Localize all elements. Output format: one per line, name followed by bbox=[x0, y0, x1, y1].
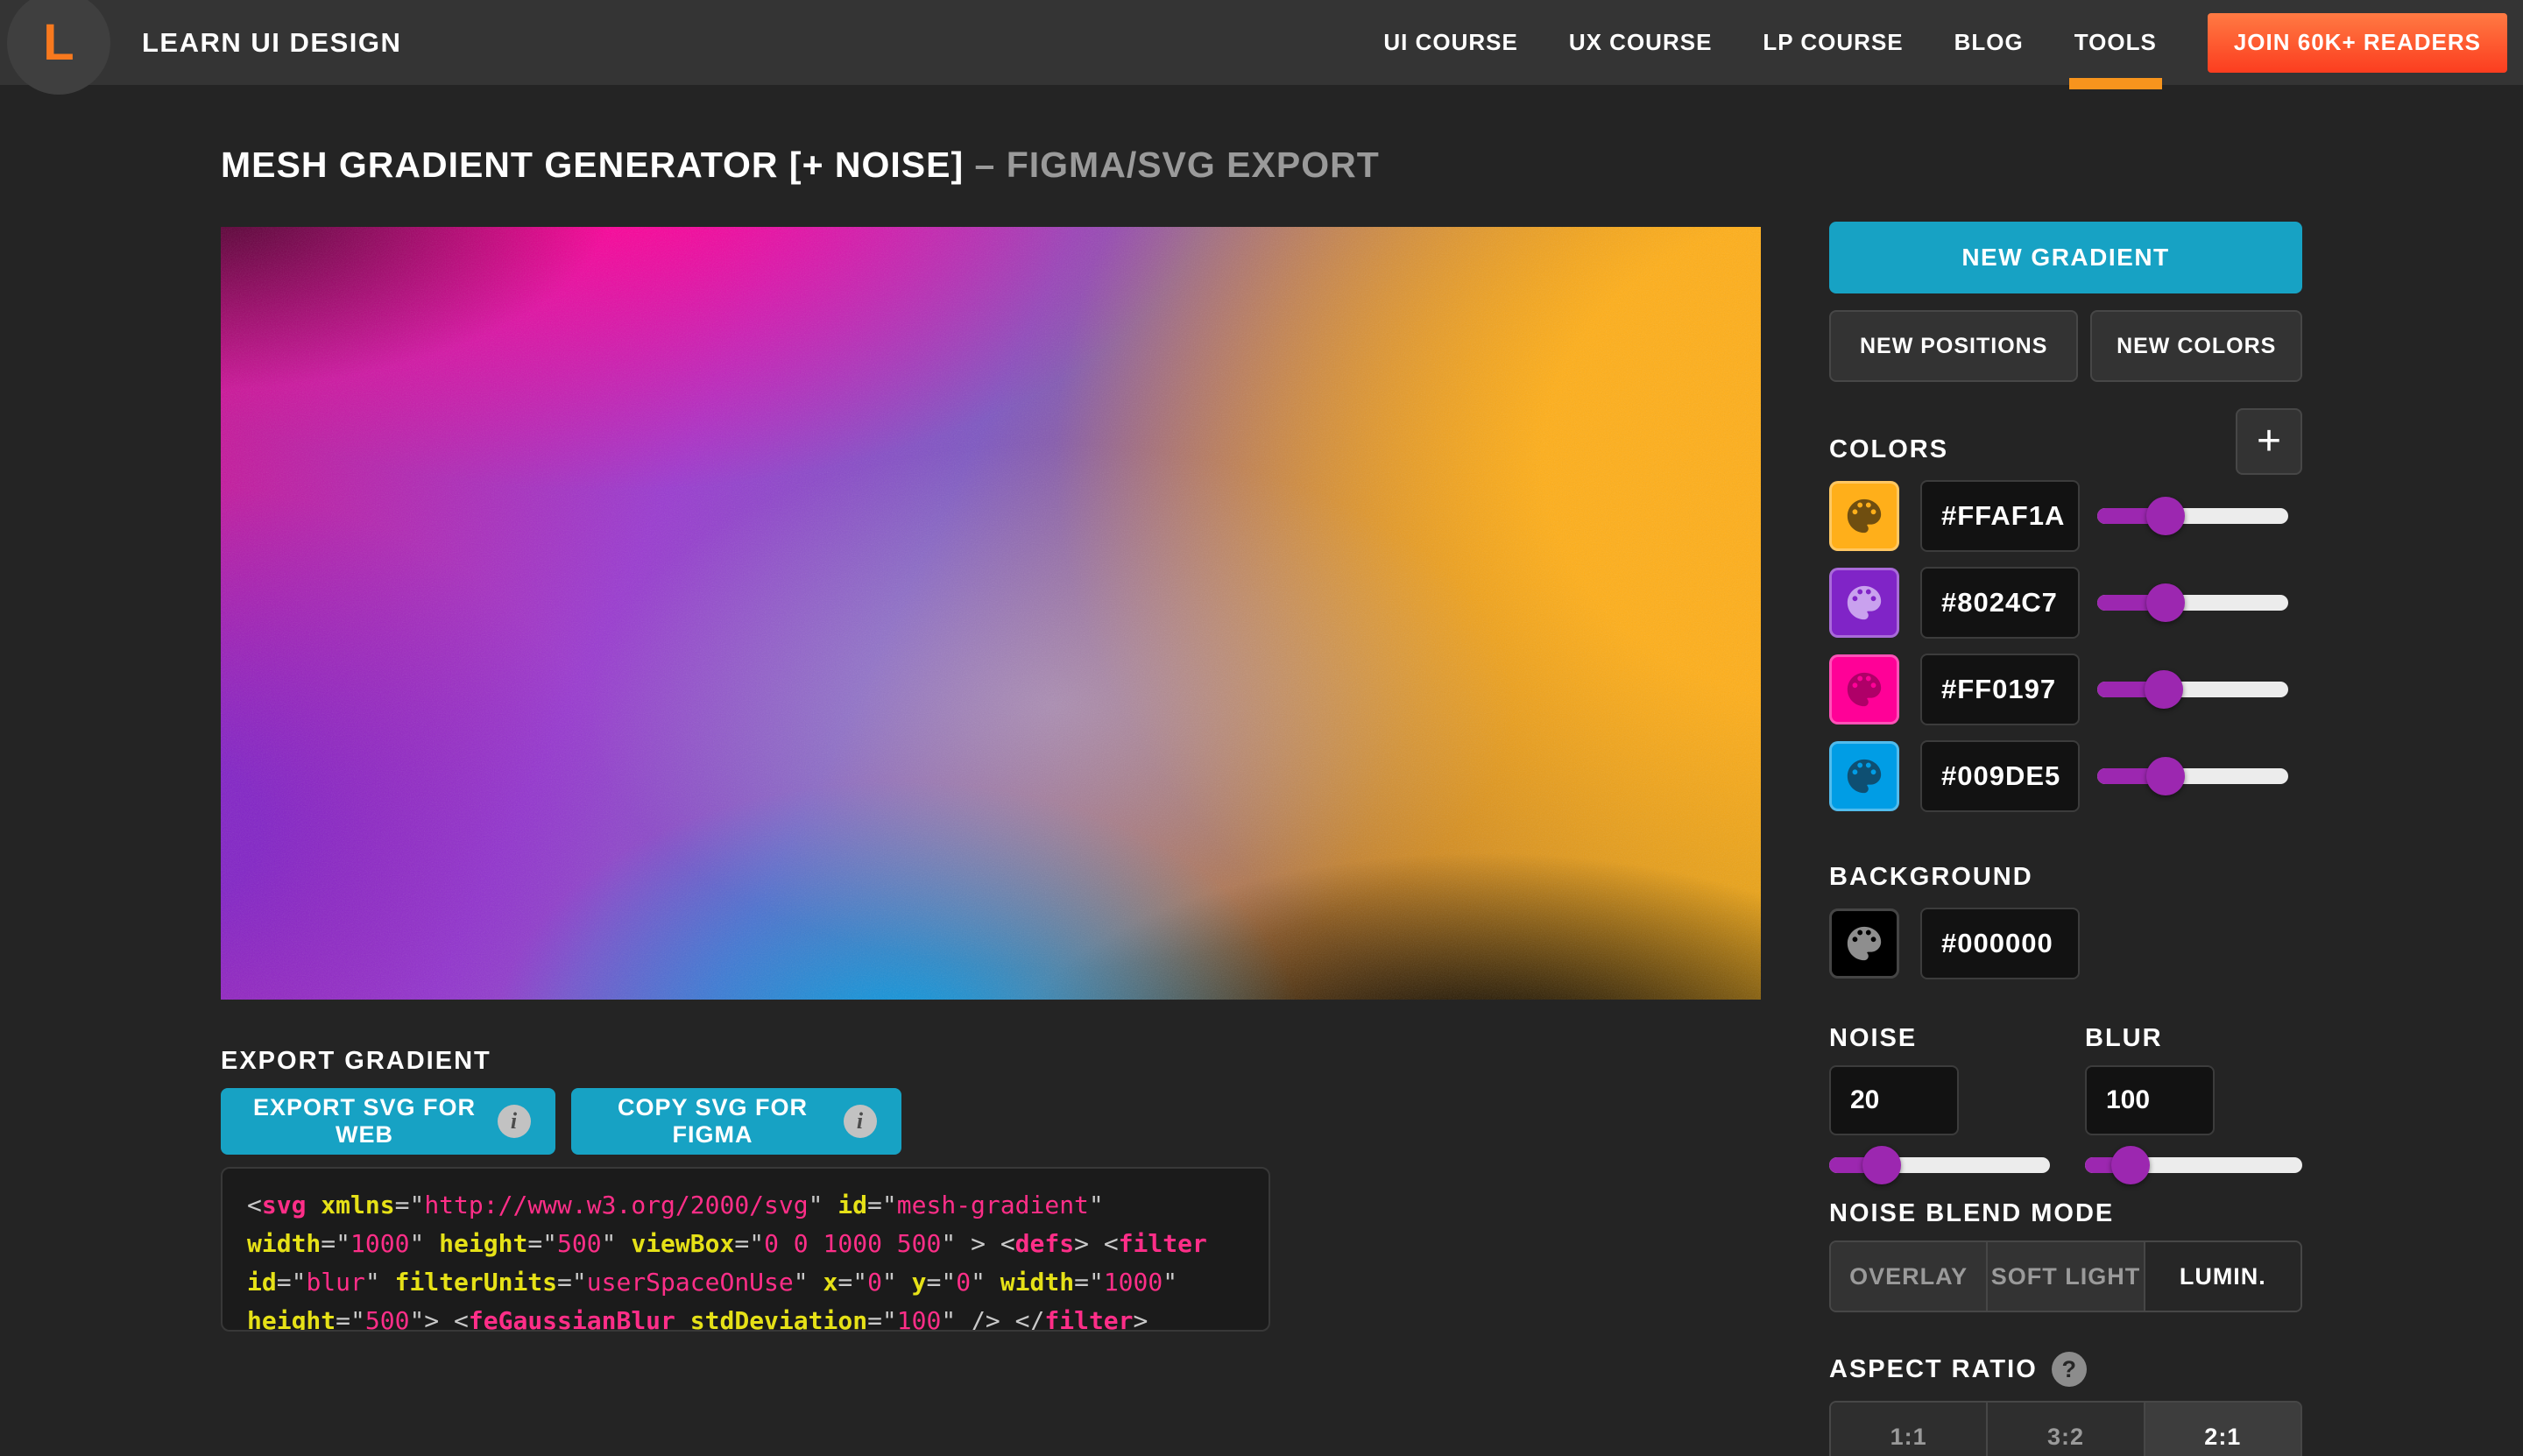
gradient-preview-canvas bbox=[221, 227, 1761, 1000]
slider-thumb[interactable] bbox=[2111, 1146, 2150, 1184]
brand-title[interactable]: LEARN UI DESIGN bbox=[142, 27, 401, 59]
nav-item-ux-course[interactable]: UX COURSE bbox=[1569, 0, 1713, 85]
palette-icon bbox=[1844, 923, 1884, 964]
palette-icon bbox=[1844, 496, 1884, 536]
slider-thumb[interactable] bbox=[1862, 1146, 1901, 1184]
color-influence-slider[interactable] bbox=[2097, 670, 2288, 709]
colors-label: COLORS bbox=[1829, 435, 1948, 464]
background-hex-input[interactable] bbox=[1920, 908, 2080, 979]
color-row bbox=[1829, 654, 2302, 725]
aspect-ratio-segmented: 1:1 3:2 2:1 bbox=[1829, 1401, 2302, 1456]
export-buttons-row: EXPORT SVG FOR WEB i COPY SVG FOR FIGMA … bbox=[221, 1088, 1270, 1155]
blur-column: BLUR bbox=[2085, 1024, 2302, 1184]
color-row bbox=[1829, 480, 2302, 552]
top-nav-bar: L LEARN UI DESIGN UI COURSE UX COURSE LP… bbox=[0, 0, 2523, 85]
export-section: EXPORT GRADIENT EXPORT SVG FOR WEB i COP… bbox=[221, 1047, 1270, 1332]
add-color-button[interactable]: + bbox=[2236, 408, 2302, 475]
slider-thumb[interactable] bbox=[2146, 497, 2185, 535]
color-swatch-button[interactable] bbox=[1829, 481, 1899, 551]
blend-option-overlay[interactable]: OVERLAY bbox=[1831, 1242, 1988, 1311]
noise-texture-overlay bbox=[221, 227, 1761, 1000]
slider-thumb[interactable] bbox=[2145, 670, 2183, 709]
gradient-variants-row: NEW POSITIONS NEW COLORS bbox=[1829, 310, 2302, 382]
aspect-option-2-1[interactable]: 2:1 bbox=[2145, 1403, 2300, 1456]
copy-svg-figma-button[interactable]: COPY SVG FOR FIGMA i bbox=[571, 1088, 901, 1155]
export-svg-web-label: EXPORT SVG FOR WEB bbox=[245, 1094, 484, 1149]
color-hex-input[interactable] bbox=[1920, 654, 2080, 725]
blend-option-luminosity[interactable]: LUMIN. bbox=[2145, 1242, 2300, 1311]
noise-blend-mode-segmented: OVERLAY SOFT LIGHT LUMIN. bbox=[1829, 1240, 2302, 1312]
background-label: BACKGROUND bbox=[1829, 863, 2302, 892]
help-icon[interactable]: ? bbox=[2052, 1352, 2087, 1387]
blur-slider[interactable] bbox=[2085, 1146, 2302, 1184]
info-icon[interactable]: i bbox=[844, 1105, 877, 1138]
aspect-option-3-2[interactable]: 3:2 bbox=[1988, 1403, 2145, 1456]
palette-icon bbox=[1844, 583, 1884, 623]
site-logo[interactable]: L bbox=[7, 0, 110, 95]
color-influence-slider[interactable] bbox=[2097, 757, 2288, 795]
noise-slider[interactable] bbox=[1829, 1146, 2050, 1184]
palette-icon bbox=[1844, 756, 1884, 796]
svg-code-block: <svg xmlns="http://www.w3.org/2000/svg" … bbox=[221, 1167, 1270, 1332]
copy-svg-figma-label: COPY SVG FOR FIGMA bbox=[596, 1094, 830, 1149]
color-row bbox=[1829, 567, 2302, 639]
color-influence-slider[interactable] bbox=[2097, 497, 2288, 535]
color-swatch-button[interactable] bbox=[1829, 654, 1899, 724]
noise-label: NOISE bbox=[1829, 1024, 2050, 1053]
color-hex-input[interactable] bbox=[1920, 480, 2080, 552]
new-colors-button[interactable]: NEW COLORS bbox=[2090, 310, 2302, 382]
logo-letter-icon: L bbox=[43, 18, 74, 68]
aspect-ratio-header: ASPECT RATIO ? bbox=[1829, 1352, 2302, 1387]
noise-value-input[interactable] bbox=[1829, 1065, 1959, 1135]
nav-item-lp-course[interactable]: LP COURSE bbox=[1763, 0, 1903, 85]
primary-nav: UI COURSE UX COURSE LP COURSE BLOG TOOLS… bbox=[1383, 0, 2507, 85]
blend-option-soft-light[interactable]: SOFT LIGHT bbox=[1988, 1242, 2145, 1311]
info-icon[interactable]: i bbox=[498, 1105, 531, 1138]
color-hex-input[interactable] bbox=[1920, 740, 2080, 812]
colors-header: COLORS + bbox=[1829, 382, 2302, 480]
controls-panel: NEW GRADIENT NEW POSITIONS NEW COLORS CO… bbox=[1829, 222, 2302, 1456]
slider-thumb[interactable] bbox=[2146, 583, 2185, 622]
aspect-option-1-1[interactable]: 1:1 bbox=[1831, 1403, 1988, 1456]
blur-value-input[interactable] bbox=[2085, 1065, 2215, 1135]
app-root: L LEARN UI DESIGN UI COURSE UX COURSE LP… bbox=[0, 0, 2523, 1456]
nav-item-blog[interactable]: BLOG bbox=[1954, 0, 2024, 85]
noise-blur-columns: NOISE BLUR bbox=[1829, 1024, 2302, 1184]
page-title-main: MESH GRADIENT GENERATOR [+ NOISE] bbox=[221, 145, 975, 185]
join-readers-button[interactable]: JOIN 60K+ READERS bbox=[2208, 13, 2507, 73]
color-swatch-button[interactable] bbox=[1829, 568, 1899, 638]
nav-item-tools[interactable]: TOOLS bbox=[2074, 0, 2157, 85]
background-swatch-button[interactable] bbox=[1829, 908, 1899, 979]
noise-column: NOISE bbox=[1829, 1024, 2050, 1184]
page-title: MESH GRADIENT GENERATOR [+ NOISE] – FIGM… bbox=[221, 145, 1380, 186]
slider-thumb[interactable] bbox=[2146, 757, 2185, 795]
background-row bbox=[1829, 908, 2302, 979]
noise-blend-mode-label: NOISE BLEND MODE bbox=[1829, 1199, 2302, 1228]
color-influence-slider[interactable] bbox=[2097, 583, 2288, 622]
color-row bbox=[1829, 740, 2302, 812]
aspect-ratio-label: ASPECT RATIO bbox=[1829, 1355, 2038, 1384]
export-gradient-label: EXPORT GRADIENT bbox=[221, 1047, 1270, 1076]
blur-label: BLUR bbox=[2085, 1024, 2302, 1053]
export-svg-web-button[interactable]: EXPORT SVG FOR WEB i bbox=[221, 1088, 555, 1155]
page-title-suffix: – FIGMA/SVG EXPORT bbox=[975, 145, 1380, 185]
color-hex-input[interactable] bbox=[1920, 567, 2080, 639]
palette-icon bbox=[1844, 669, 1884, 710]
color-swatch-button[interactable] bbox=[1829, 741, 1899, 811]
new-gradient-button[interactable]: NEW GRADIENT bbox=[1829, 222, 2302, 293]
nav-item-ui-course[interactable]: UI COURSE bbox=[1383, 0, 1517, 85]
new-positions-button[interactable]: NEW POSITIONS bbox=[1829, 310, 2078, 382]
